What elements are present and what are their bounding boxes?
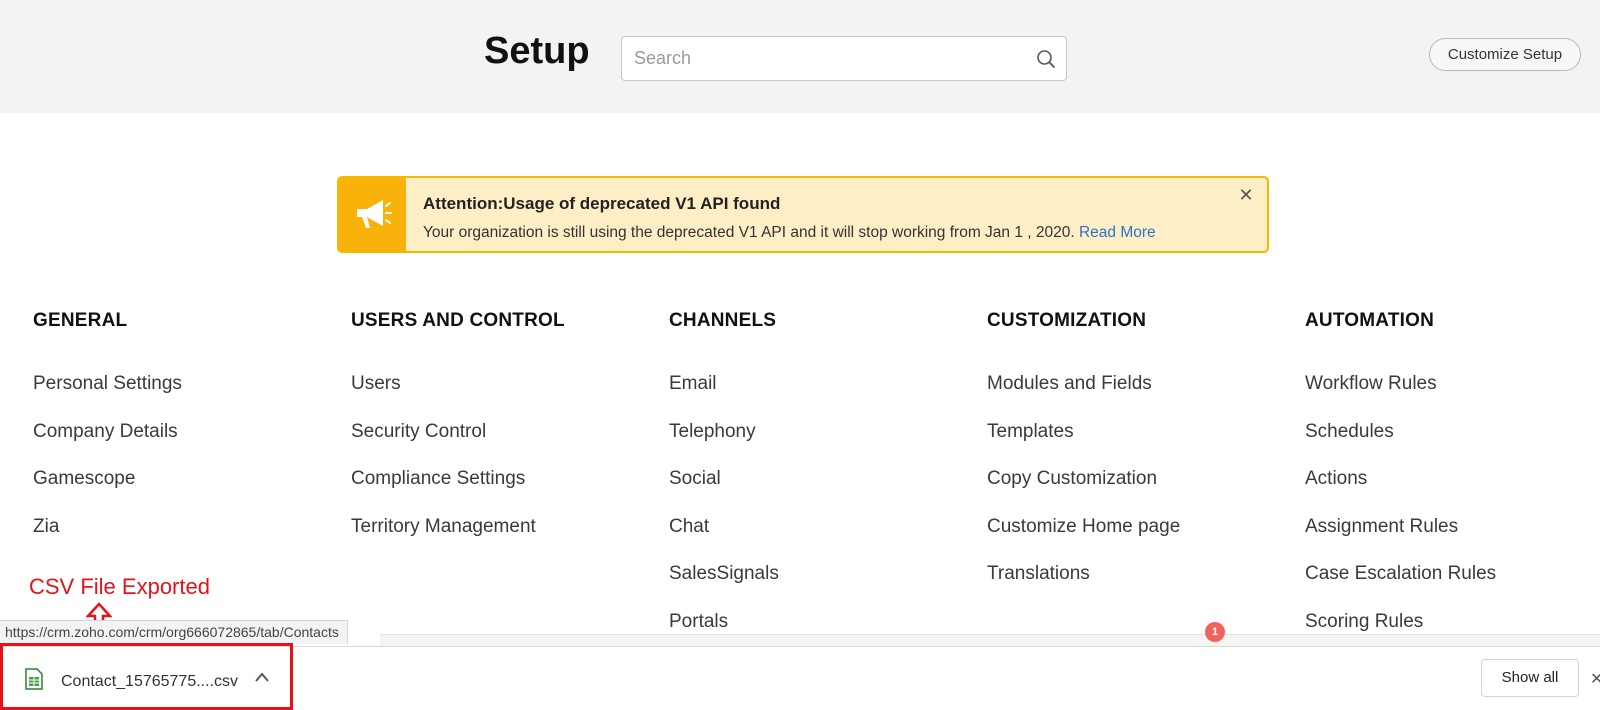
page-title: Setup xyxy=(484,30,590,72)
setup-link-templates[interactable]: Templates xyxy=(987,421,1287,469)
close-icon[interactable]: ✕ xyxy=(1237,186,1255,204)
setup-link-translations[interactable]: Translations xyxy=(987,563,1287,611)
search-box[interactable] xyxy=(621,36,1067,81)
megaphone-icon xyxy=(357,200,392,228)
setup-link-modules-and-fields[interactable]: Modules and Fields xyxy=(987,373,1287,421)
alert-title: Attention:Usage of deprecated V1 API fou… xyxy=(423,194,781,213)
setup-link-assignment-rules[interactable]: Assignment Rules xyxy=(1305,516,1600,564)
alert-message-line: Your organization is still using the dep… xyxy=(423,224,1156,242)
deprecation-alert: Attention:Usage of deprecated V1 API fou… xyxy=(337,176,1269,253)
setup-link-compliance-settings[interactable]: Compliance Settings xyxy=(351,468,651,516)
column-title: CHANNELS xyxy=(669,310,777,331)
page-bottom-strip xyxy=(380,634,1600,646)
column-customization: CUSTOMIZATION Modules and Fields Templat… xyxy=(987,310,1287,611)
setup-link-company-details[interactable]: Company Details xyxy=(33,421,333,469)
column-title: GENERAL xyxy=(33,310,128,331)
setup-link-territory-management[interactable]: Territory Management xyxy=(351,516,651,564)
alert-icon-box xyxy=(339,178,406,251)
setup-link-personal-settings[interactable]: Personal Settings xyxy=(33,373,333,421)
column-title: AUTOMATION xyxy=(1305,310,1435,331)
annotation-highlight-box xyxy=(0,643,293,710)
setup-link-gamescope[interactable]: Gamescope xyxy=(33,468,333,516)
column-title: CUSTOMIZATION xyxy=(987,310,1147,331)
setup-link-security-control[interactable]: Security Control xyxy=(351,421,651,469)
setup-link-schedules[interactable]: Schedules xyxy=(1305,421,1600,469)
setup-link-zia[interactable]: Zia xyxy=(33,516,333,564)
setup-link-customize-home-page[interactable]: Customize Home page xyxy=(987,516,1287,564)
column-users-and-control: USERS AND CONTROL Users Security Control… xyxy=(351,310,651,563)
setup-link-salessignals[interactable]: SalesSignals xyxy=(669,563,969,611)
column-title: USERS AND CONTROL xyxy=(351,310,565,331)
notification-badge: 1 xyxy=(1205,622,1225,642)
column-channels: CHANNELS Email Telephony Social Chat Sal… xyxy=(669,310,969,658)
setup-link-chat[interactable]: Chat xyxy=(669,516,969,564)
read-more-link[interactable]: Read More xyxy=(1079,224,1156,241)
setup-link-actions[interactable]: Actions xyxy=(1305,468,1600,516)
setup-link-case-escalation-rules[interactable]: Case Escalation Rules xyxy=(1305,563,1600,611)
setup-link-email[interactable]: Email xyxy=(669,373,969,421)
setup-header: Setup Customize Setup xyxy=(0,0,1600,113)
setup-link-telephony[interactable]: Telephony xyxy=(669,421,969,469)
search-input[interactable] xyxy=(634,37,1024,80)
setup-link-social[interactable]: Social xyxy=(669,468,969,516)
setup-link-users[interactable]: Users xyxy=(351,373,651,421)
setup-link-copy-customization[interactable]: Copy Customization xyxy=(987,468,1287,516)
alert-message: Your organization is still using the dep… xyxy=(423,224,1075,241)
column-automation: AUTOMATION Workflow Rules Schedules Acti… xyxy=(1305,310,1600,658)
show-all-button[interactable]: Show all xyxy=(1481,659,1579,697)
setup-link-workflow-rules[interactable]: Workflow Rules xyxy=(1305,373,1600,421)
status-url: https://crm.zoho.com/crm/org666072865/ta… xyxy=(0,620,348,644)
annotation-label: CSV File Exported xyxy=(29,574,210,599)
customize-setup-button[interactable]: Customize Setup xyxy=(1429,38,1581,71)
close-icon[interactable]: ✕ xyxy=(1590,669,1600,689)
search-icon[interactable] xyxy=(1036,49,1056,69)
column-general: GENERAL Personal Settings Company Detail… xyxy=(33,310,333,563)
